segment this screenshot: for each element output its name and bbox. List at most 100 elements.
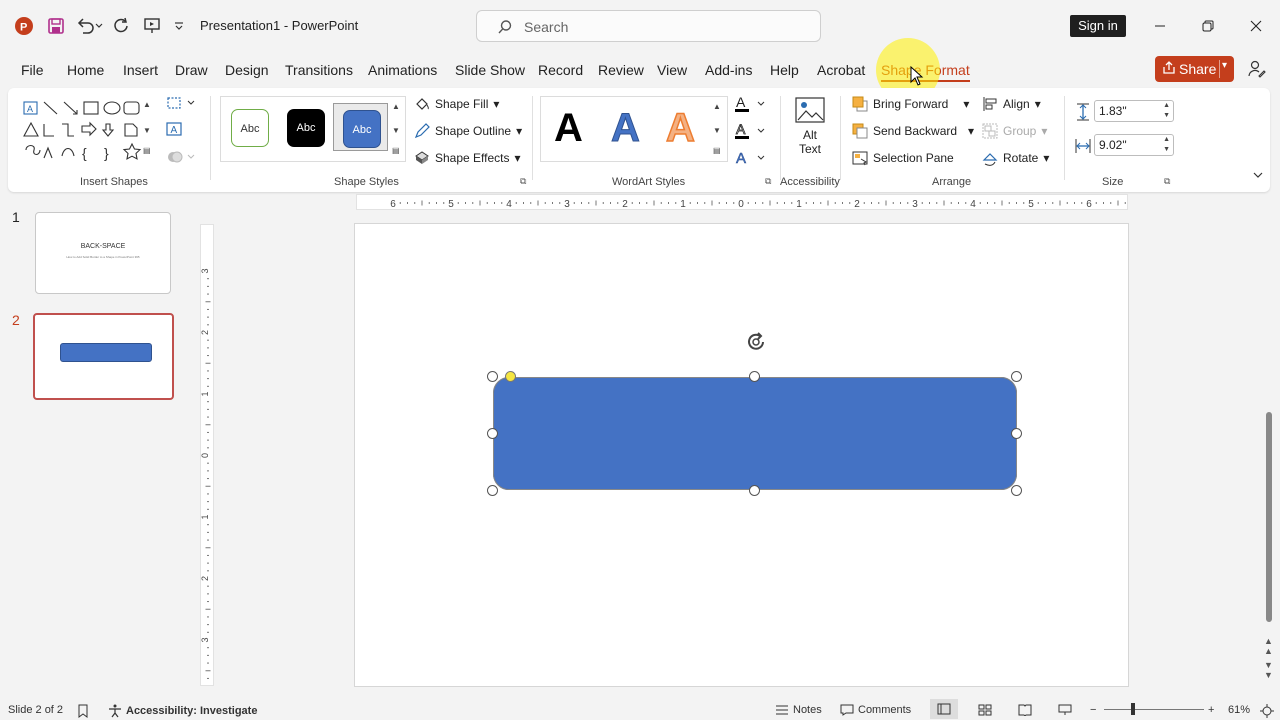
tab-review[interactable]: Review <box>598 62 644 78</box>
style-swatch-blue-selected[interactable]: Abc <box>333 103 388 151</box>
shape-fill-button[interactable]: Shape Fill ▾ <box>414 96 499 112</box>
resize-handle-left[interactable] <box>487 428 498 439</box>
zoom-slider-track[interactable] <box>1104 709 1204 710</box>
text-fill-icon[interactable]: A <box>734 94 768 114</box>
height-spinner[interactable]: ▲ ▼ <box>1163 101 1170 121</box>
gallery-more-icon[interactable]: ▤ <box>143 146 151 155</box>
bring-forward-button[interactable]: Bring Forward ▾ <box>852 96 969 112</box>
tab-insert[interactable]: Insert <box>123 62 158 78</box>
zoom-slider-thumb[interactable] <box>1131 703 1135 715</box>
group-button[interactable]: Group ▾ <box>982 123 1047 139</box>
shape-gallery[interactable]: A { } <box>22 98 157 164</box>
sign-in-button[interactable]: Sign in <box>1070 15 1126 37</box>
redo-icon[interactable] <box>110 14 134 38</box>
edit-shape-icon[interactable] <box>166 96 196 110</box>
shape-outline-button[interactable]: Shape Outline ▾ <box>414 123 522 139</box>
zoom-level[interactable]: 61% <box>1228 704 1250 716</box>
save-icon[interactable] <box>44 14 68 38</box>
zoom-out-button[interactable]: − <box>1090 704 1096 716</box>
tab-acrobat[interactable]: Acrobat <box>817 62 865 78</box>
tab-slide-show[interactable]: Slide Show <box>455 62 525 78</box>
tab-home[interactable]: Home <box>67 62 104 78</box>
tab-animations[interactable]: Animations <box>368 62 437 78</box>
tab-file[interactable]: File <box>21 62 44 78</box>
send-backward-button[interactable]: Send Backward ▾ <box>852 123 974 139</box>
resize-handle-top-left[interactable] <box>487 371 498 382</box>
wordart-scroll-up-icon[interactable]: ▲ <box>713 102 721 111</box>
minimize-icon[interactable] <box>1150 16 1170 36</box>
undo-icon[interactable] <box>74 14 104 38</box>
width-spinner[interactable]: ▲ ▼ <box>1163 135 1170 155</box>
notes-button[interactable]: Notes <box>775 704 822 716</box>
style-more-icon[interactable]: ▤ <box>392 146 400 155</box>
shape-width-field[interactable]: 9.02" ▲ ▼ <box>1094 134 1174 156</box>
style-swatch-black[interactable]: Abc <box>278 103 333 151</box>
zoom-in-button[interactable]: + <box>1208 704 1214 716</box>
resize-handle-top[interactable] <box>749 371 760 382</box>
text-effects-icon[interactable]: A <box>734 148 768 168</box>
slide-show-view-icon[interactable] <box>1058 704 1072 716</box>
rotate-handle-icon[interactable] <box>744 330 768 354</box>
resize-handle-bottom-left[interactable] <box>487 485 498 496</box>
slide-thumbnail-2[interactable] <box>33 313 174 400</box>
shape-effects-button[interactable]: Shape Effects ▾ <box>414 150 521 166</box>
style-swatch-green-outline[interactable]: Abc <box>222 103 277 151</box>
tab-help[interactable]: Help <box>770 62 799 78</box>
wordart-style-blue[interactable]: A <box>611 106 641 151</box>
rotate-button[interactable]: Rotate ▾ <box>982 150 1049 166</box>
merge-shapes-icon[interactable] <box>166 150 196 164</box>
align-button[interactable]: Align ▾ <box>982 96 1041 112</box>
align-icon <box>983 97 997 111</box>
resize-handle-bottom[interactable] <box>749 485 760 496</box>
resize-handle-bottom-right[interactable] <box>1011 485 1022 496</box>
shape-styles-launcher-icon[interactable]: ⧉ <box>520 176 526 187</box>
slide-sorter-icon[interactable] <box>978 704 992 716</box>
resize-handle-right[interactable] <box>1011 428 1022 439</box>
tab-add-ins[interactable]: Add-ins <box>705 62 752 78</box>
style-scroll-down-icon[interactable]: ▼ <box>392 126 400 135</box>
tab-record[interactable]: Record <box>538 62 583 78</box>
slide-thumbnail-1[interactable]: BACK-SPACE How to Add Solid Border to a … <box>35 212 171 294</box>
slide-canvas[interactable] <box>354 223 1129 687</box>
restore-icon[interactable] <box>1198 16 1218 36</box>
reading-view-icon[interactable] <box>1018 704 1032 716</box>
person-pen-icon[interactable] <box>1248 60 1266 78</box>
close-icon[interactable] <box>1246 16 1266 36</box>
previous-slide-icon[interactable]: ▲ ▲ <box>1264 636 1273 656</box>
gallery-scroll-up-icon[interactable]: ▲ <box>143 100 151 109</box>
shape-height-field[interactable]: 1.83" ▲ ▼ <box>1094 100 1174 122</box>
resize-handle-top-right[interactable] <box>1011 371 1022 382</box>
tab-view[interactable]: View <box>657 62 687 78</box>
text-outline-icon[interactable]: A <box>734 121 768 141</box>
corner-adjust-handle[interactable] <box>505 371 516 382</box>
wordart-launcher-icon[interactable]: ⧉ <box>765 176 771 187</box>
present-from-beginning-icon[interactable] <box>140 14 164 38</box>
fit-to-window-icon[interactable] <box>1260 704 1274 718</box>
style-scroll-up-icon[interactable]: ▲ <box>392 102 400 111</box>
selection-pane-button[interactable]: Selection Pane <box>852 150 954 166</box>
tab-draw[interactable]: Draw <box>175 62 208 78</box>
scrollbar-thumb[interactable] <box>1266 412 1272 622</box>
chevron-down-icon[interactable]: ▾ <box>1222 60 1227 71</box>
collapse-ribbon-icon[interactable] <box>1252 170 1264 180</box>
customize-toolbar-icon[interactable] <box>170 14 188 38</box>
alt-text-button[interactable]: Alt Text <box>788 96 832 166</box>
vertical-scrollbar[interactable] <box>1264 412 1274 622</box>
text-box-icon[interactable]: A <box>166 122 182 136</box>
pen-icon <box>414 123 430 139</box>
gallery-scroll-down-icon[interactable]: ▼ <box>143 126 151 135</box>
size-launcher-icon[interactable]: ⧉ <box>1164 176 1170 187</box>
comments-button[interactable]: Comments <box>840 704 911 716</box>
normal-view-button[interactable] <box>930 699 958 719</box>
wordart-scroll-down-icon[interactable]: ▼ <box>713 126 721 135</box>
tab-transitions[interactable]: Transitions <box>285 62 353 78</box>
accessibility-checker[interactable]: Accessibility: Investigate <box>108 704 257 718</box>
wordart-more-icon[interactable]: ▤ <box>713 146 721 155</box>
tab-design[interactable]: Design <box>225 62 269 78</box>
share-button[interactable]: Share ▾ <box>1155 56 1234 82</box>
wordart-style-orange[interactable]: A <box>665 105 695 151</box>
next-slide-icon[interactable]: ▼ ▼ <box>1264 660 1273 680</box>
wordart-style-black[interactable]: A <box>554 106 583 150</box>
spell-check-icon[interactable] <box>77 704 91 718</box>
search-input[interactable]: Search <box>476 10 821 42</box>
